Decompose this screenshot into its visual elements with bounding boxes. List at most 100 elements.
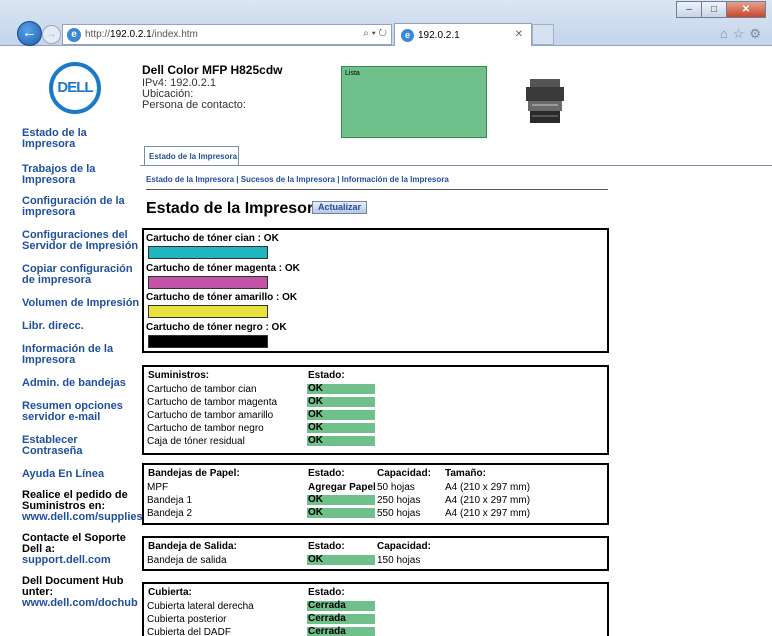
settings-gear-icon[interactable]: ⚙ xyxy=(749,26,766,41)
sidebar-item-contrasena[interactable]: Establecer Contraseña xyxy=(22,435,140,457)
sidebar-item-estado[interactable]: Estado de la Impresora xyxy=(22,128,140,150)
cover-name: Cubierta lateral derecha xyxy=(147,601,254,612)
ie-tab-icon: e xyxy=(401,28,414,42)
subnav-estado[interactable]: Estado de la Impresora xyxy=(146,175,234,184)
supply-name: Cartucho de tambor magenta xyxy=(147,397,278,408)
sidebar-item-trabajos[interactable]: Trabajos de la Impresora xyxy=(22,164,140,186)
back-arrow-icon[interactable]: ← xyxy=(17,21,42,46)
tray-capacity: 50 hojas xyxy=(377,482,415,493)
printer-status-panel: Lista xyxy=(341,66,487,138)
tab-estado-impresora[interactable]: Estado de la Impresora xyxy=(144,146,239,166)
tray-status: OK xyxy=(307,508,375,518)
supply-status: OK xyxy=(307,436,375,446)
device-name: Dell Color MFP H825cdw xyxy=(142,63,283,77)
tray-size: A4 (210 x 297 mm) xyxy=(445,495,531,506)
device-info: IPv4: 192.0.2.1 Ubicación: Persona de co… xyxy=(142,78,246,111)
toner-label-black: Cartucho de tóner negro : OK xyxy=(146,322,287,333)
status-panel-text: Lista xyxy=(345,70,360,77)
output-header: Bandeja de Salida: xyxy=(148,541,237,552)
minimize-icon[interactable]: – xyxy=(676,1,702,18)
tray-name: Bandeja 1 xyxy=(147,495,193,506)
trays-header: Bandejas de Papel: xyxy=(148,468,240,479)
covers-status-header: Estado: xyxy=(308,587,345,598)
supply-name: Cartucho de tambor amarillo xyxy=(147,410,274,421)
address-url: http://192.0.2.1/index.htm xyxy=(85,29,198,40)
sidebar-item-email[interactable]: Resumen opciones servidor e-mail xyxy=(22,401,140,423)
sidebar-item-informacion[interactable]: Información de la Impresora xyxy=(22,344,140,366)
dochub-link[interactable]: www.dell.com/dochub xyxy=(22,598,140,609)
subnav-sucesos[interactable]: Sucesos de la Impresora xyxy=(241,175,335,184)
support-link[interactable]: support.dell.com xyxy=(22,555,140,566)
subnav-informacion[interactable]: Información de la Impresora xyxy=(342,175,449,184)
dell-logo: DELL xyxy=(49,62,101,114)
favorites-star-icon[interactable]: ☆ xyxy=(733,26,750,41)
dochub-text: Dell Document Hub unter: xyxy=(22,575,124,598)
toner-label-magenta: Cartucho de tóner magenta : OK xyxy=(146,263,300,274)
browser-chrome: – □ ✕ ← → e http://192.0.2.1/index.htm ⌕… xyxy=(0,0,772,46)
supply-name: Cartucho de tambor cian xyxy=(147,384,257,395)
refresh-button[interactable]: Actualizar xyxy=(312,201,367,214)
supply-status: OK xyxy=(307,410,375,420)
cover-status: Cerrada xyxy=(307,627,375,636)
covers-header: Cubierta: xyxy=(148,587,192,598)
search-refresh-icon[interactable]: ⌕ ▾ ↻ xyxy=(363,28,387,39)
supplies-link[interactable]: www.dell.com/supplies xyxy=(22,512,143,523)
trays-status-header: Estado: xyxy=(308,468,345,479)
supplies-status-header: Estado: xyxy=(308,370,345,381)
close-icon[interactable]: ✕ xyxy=(726,1,766,18)
subnav-sep-2: | xyxy=(334,175,342,184)
page-content: DELL Dell Color MFP H825cdw IPv4: 192.0.… xyxy=(0,47,772,636)
sidebar-item-bandejas[interactable]: Admin. de bandejas xyxy=(22,378,140,389)
toolbar-icons: ⌂☆⚙ xyxy=(720,26,766,42)
page-title: Estado de la Impresora - xyxy=(146,200,332,217)
tray-name: MPF xyxy=(147,482,169,493)
maximize-icon[interactable]: □ xyxy=(701,1,727,18)
output-status-header: Estado: xyxy=(308,541,345,552)
address-bar[interactable]: e http://192.0.2.1/index.htm ⌕ ▾ ↻ xyxy=(62,24,392,45)
sidebar-item-copiar[interactable]: Copiar configuración de impresora xyxy=(22,264,140,286)
tray-status: Agregar Papel xyxy=(308,482,376,493)
toner-label-yellow: Cartucho de tóner amarillo : OK xyxy=(146,292,298,303)
tab-close-icon[interactable]: ✕ xyxy=(515,29,523,40)
output-capacity: 150 hojas xyxy=(377,555,421,566)
sidebar-item-volumen[interactable]: Volumen de Impresión xyxy=(22,298,140,309)
toner-bar-cyan xyxy=(148,246,268,259)
trays-size-header: Tamaño: xyxy=(445,468,486,479)
subnav-sep-1: | xyxy=(234,175,241,184)
browser-tab[interactable]: e 192.0.2.1 ✕ xyxy=(394,23,532,46)
new-tab-button[interactable] xyxy=(532,24,554,45)
supply-name: Cartucho de tambor negro xyxy=(147,423,264,434)
supplies-text: Realice el pedido de Suministros en: xyxy=(22,489,128,512)
toner-bar-magenta xyxy=(148,276,268,289)
supply-status: OK xyxy=(307,397,375,407)
trays-capacity-header: Capacidad: xyxy=(377,468,431,479)
home-icon[interactable]: ⌂ xyxy=(720,26,733,41)
window-controls: – □ ✕ xyxy=(676,1,766,18)
tab-title: 192.0.2.1 xyxy=(418,29,460,41)
tray-capacity: 550 hojas xyxy=(377,508,421,519)
toner-bar-yellow xyxy=(148,305,268,318)
sidebar-item-libreta[interactable]: Libr. direcc. xyxy=(22,321,140,332)
cover-status: Cerrada xyxy=(307,614,375,624)
device-contact: Persona de contacto: xyxy=(142,99,246,111)
cover-name: Cubierta del DADF xyxy=(147,627,231,636)
sidebar-item-servidor[interactable]: Configuraciones del Servidor de Impresió… xyxy=(22,230,140,252)
cover-name: Cubierta posterior xyxy=(147,614,227,625)
tab-divider xyxy=(140,165,772,166)
output-name: Bandeja de salida xyxy=(147,555,227,566)
sidebar-item-ayuda[interactable]: Ayuda En Línea xyxy=(22,469,140,480)
sidebar-item-configuracion[interactable]: Configuración de la impresora xyxy=(22,196,140,218)
toner-label-cyan: Cartucho de tóner cian : OK xyxy=(146,233,279,244)
sub-navigation: Estado de la Impresora | Sucesos de la I… xyxy=(146,175,449,184)
tray-size: A4 (210 x 297 mm) xyxy=(445,482,531,493)
supplies-header: Suministros: xyxy=(148,370,210,381)
forward-arrow-icon[interactable]: → xyxy=(42,25,61,44)
header-divider xyxy=(146,189,608,190)
toner-bar-black xyxy=(148,335,268,348)
cover-status: Cerrada xyxy=(307,601,375,611)
supply-status: OK xyxy=(307,384,375,394)
support-text: Contacte el Soporte Dell a: xyxy=(22,532,126,555)
sidebar-nav: Estado de la Impresora Trabajos de la Im… xyxy=(22,125,143,609)
supply-name: Caja de tóner residual xyxy=(147,436,245,447)
tray-name: Bandeja 2 xyxy=(147,508,193,519)
